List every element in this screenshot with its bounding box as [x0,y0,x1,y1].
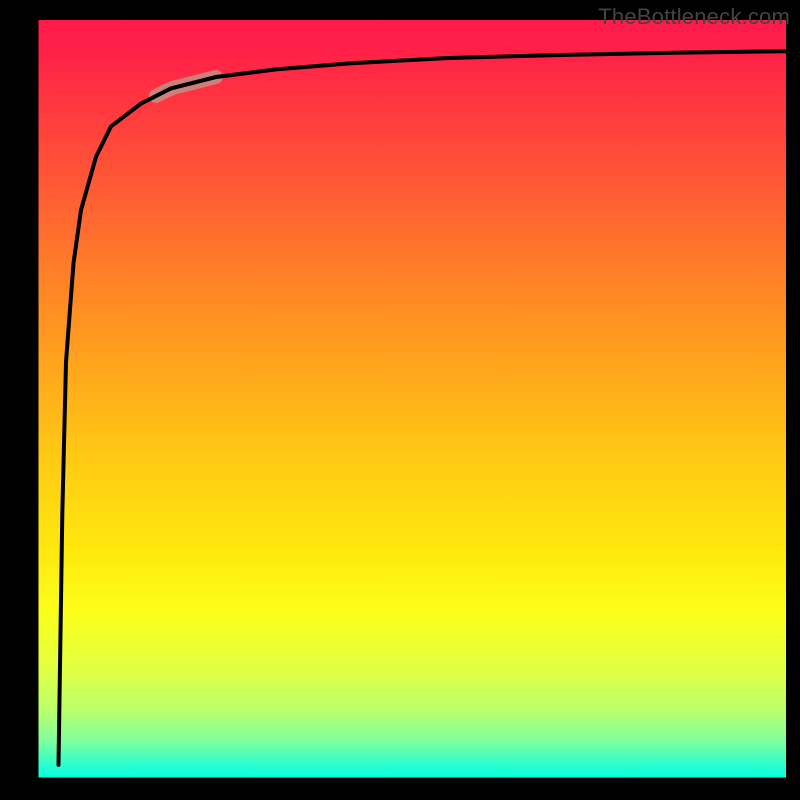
plot-container [36,20,786,780]
plot-svg [36,20,786,780]
watermark-text: TheBottleneck.com [598,4,790,30]
bottleneck-curve [59,51,787,765]
